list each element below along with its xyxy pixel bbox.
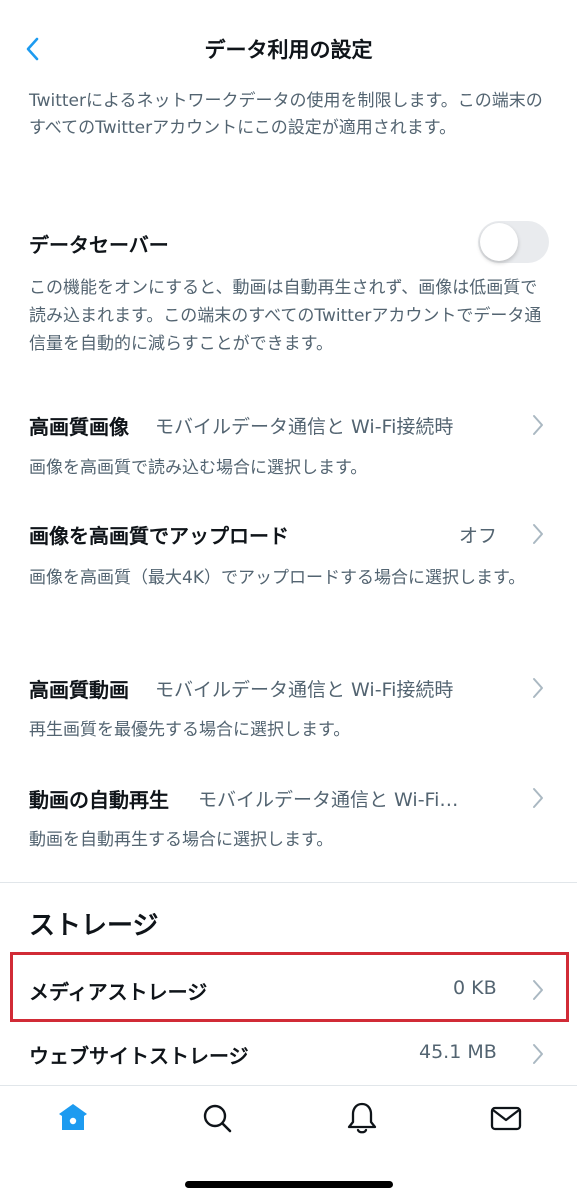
setting-description: 画像を高画質（最大4K）でアップロードする場合に選択します。 bbox=[29, 568, 526, 588]
chevron-right-icon bbox=[533, 415, 543, 435]
setting-label: 動画の自動再生 bbox=[29, 788, 169, 812]
nav-header: データ利用の設定 bbox=[0, 0, 577, 96]
storage-heading: ストレージ bbox=[29, 911, 159, 941]
home-icon[interactable] bbox=[55, 1100, 91, 1136]
intro-text: Twitterによるネットワークデータの使用を制限します。この端末のすべてのTw… bbox=[29, 91, 543, 138]
data-saver-toggle[interactable] bbox=[478, 221, 549, 263]
data-saver-description: この機能をオンにすると、動画は自動再生されず、画像は低画質で読み込まれます。この… bbox=[29, 278, 542, 354]
setting-value: モバイルデータ通信と Wi-Fi接続時 bbox=[155, 416, 454, 438]
highlight-box bbox=[10, 952, 569, 1022]
setting-label: 高画質画像 bbox=[29, 415, 129, 439]
setting-value: オフ bbox=[459, 525, 498, 547]
data-saver-label: データセーバー bbox=[29, 233, 169, 257]
website-storage-value: 45.1 MB bbox=[419, 1041, 497, 1063]
search-icon[interactable] bbox=[199, 1100, 235, 1136]
setting-label: 高画質動画 bbox=[29, 678, 129, 702]
page-title: データ利用の設定 bbox=[204, 38, 373, 62]
home-indicator bbox=[185, 1181, 393, 1188]
toggle-knob bbox=[480, 223, 518, 261]
setting-description: 動画を自動再生する場合に選択します。 bbox=[29, 830, 334, 850]
setting-label: 画像を高画質でアップロード bbox=[29, 524, 289, 548]
section-divider bbox=[0, 882, 577, 883]
messages-icon[interactable] bbox=[488, 1100, 524, 1136]
setting-value: モバイルデータ通信と Wi-Fi… bbox=[198, 789, 459, 811]
website-storage-label: ウェブサイトストレージ bbox=[29, 1044, 249, 1068]
chevron-right-icon bbox=[533, 524, 543, 544]
setting-description: 再生画質を最優先する場合に選択します。 bbox=[29, 720, 351, 740]
setting-value: モバイルデータ通信と Wi-Fi接続時 bbox=[155, 679, 454, 701]
notifications-icon[interactable] bbox=[344, 1100, 380, 1136]
setting-description: 画像を高画質で読み込む場合に選択します。 bbox=[29, 458, 368, 478]
chevron-right-icon bbox=[533, 788, 543, 808]
chevron-right-icon bbox=[533, 678, 543, 698]
chevron-right-icon bbox=[533, 1044, 543, 1064]
